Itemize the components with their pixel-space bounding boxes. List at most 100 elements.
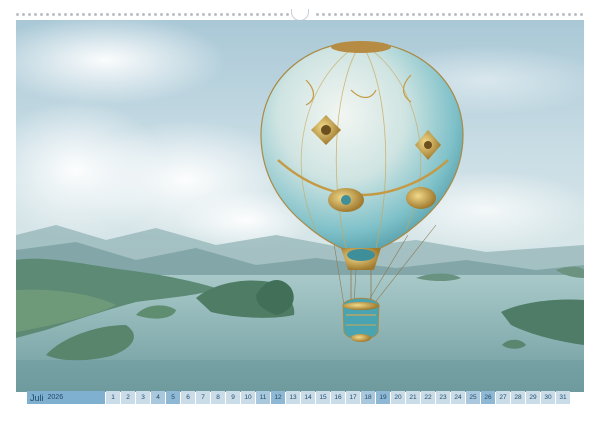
day-cell: 7 xyxy=(196,391,210,404)
binding-hole xyxy=(172,13,175,16)
binding-hole xyxy=(262,13,265,16)
binding-hole xyxy=(196,13,199,16)
binding-hole xyxy=(214,13,217,16)
binding-hole xyxy=(238,13,241,16)
binding-hole xyxy=(418,13,421,16)
binding-hole xyxy=(448,13,451,16)
day-cell: 1 xyxy=(106,391,120,404)
binding-hole xyxy=(496,13,499,16)
binding-hole xyxy=(232,13,235,16)
binding-hole xyxy=(502,13,505,16)
binding-hole xyxy=(256,13,259,16)
day-cell: 30 xyxy=(541,391,555,404)
binding-hole xyxy=(88,13,91,16)
binding-hole xyxy=(28,13,31,16)
binding-hole xyxy=(64,13,67,16)
binding-hole xyxy=(58,13,61,16)
binding-hole xyxy=(280,13,283,16)
binding-hole xyxy=(178,13,181,16)
binding-hole xyxy=(514,13,517,16)
binding-hole xyxy=(466,13,469,16)
day-cell: 22 xyxy=(421,391,435,404)
binding-hole xyxy=(142,13,145,16)
binding-hole xyxy=(400,13,403,16)
binding-hole xyxy=(316,13,319,16)
binding-hole xyxy=(40,13,43,16)
day-cell: 27 xyxy=(496,391,510,404)
binding-hole xyxy=(136,13,139,16)
binding-hole xyxy=(286,13,289,16)
day-cell: 4 xyxy=(151,391,165,404)
calendar-photo xyxy=(16,20,584,392)
binding-hole xyxy=(412,13,415,16)
day-cell: 16 xyxy=(331,391,345,404)
binding-hole xyxy=(538,13,541,16)
binding-hole xyxy=(220,13,223,16)
binding-hole xyxy=(94,13,97,16)
binding-hole xyxy=(22,13,25,16)
binding-hole xyxy=(340,13,343,16)
calendar-page: Juli 2026 1 2 3 4 5 6 7 8 9 10 11 12 13 14 15 16 17 18 19 2… xyxy=(0,0,600,432)
binding-hole xyxy=(130,13,133,16)
binding-hole xyxy=(544,13,547,16)
day-cell: 28 xyxy=(511,391,525,404)
binding-hole xyxy=(190,13,193,16)
binding-hole xyxy=(472,13,475,16)
binding-hole xyxy=(382,13,385,16)
binding-hole xyxy=(532,13,535,16)
binding-hole xyxy=(562,13,565,16)
binding-hole xyxy=(478,13,481,16)
binding-hole xyxy=(184,13,187,16)
binding-hole xyxy=(364,13,367,16)
day-cell: 19 xyxy=(376,391,390,404)
binding-hole xyxy=(580,13,583,16)
binding-hole xyxy=(166,13,169,16)
day-cell: 31 xyxy=(556,391,570,404)
binding-hole xyxy=(424,13,427,16)
binding-hole xyxy=(490,13,493,16)
day-cell: 9 xyxy=(226,391,240,404)
day-cell: 13 xyxy=(286,391,300,404)
day-cell: 29 xyxy=(526,391,540,404)
month-year: 2026 xyxy=(47,394,64,401)
binding-hole xyxy=(274,13,277,16)
binding-hole xyxy=(250,13,253,16)
binding-hole xyxy=(226,13,229,16)
binding-hole xyxy=(430,13,433,16)
day-cell: 10 xyxy=(241,391,255,404)
binding-hole xyxy=(154,13,157,16)
binding-hole xyxy=(436,13,439,16)
binding-hole xyxy=(202,13,205,16)
binding-hole xyxy=(370,13,373,16)
binding-hole xyxy=(574,13,577,16)
binding-hole xyxy=(508,13,511,16)
binding-hole xyxy=(148,13,151,16)
month-label: Juli 2026 xyxy=(27,391,105,404)
day-cell: 3 xyxy=(136,391,150,404)
binding-hole xyxy=(124,13,127,16)
binding-hole xyxy=(328,13,331,16)
calendar-bar: Juli 2026 1 2 3 4 5 6 7 8 9 10 11 12 13 14 15 16 17 18 19 2… xyxy=(27,391,573,404)
binding-hole xyxy=(388,13,391,16)
binding-hole xyxy=(112,13,115,16)
binding-hole xyxy=(550,13,553,16)
binding-hole xyxy=(334,13,337,16)
binding-hole xyxy=(244,13,247,16)
binding-hole xyxy=(406,13,409,16)
day-cell: 26 xyxy=(481,391,495,404)
day-cell: 15 xyxy=(316,391,330,404)
binding-hole xyxy=(394,13,397,16)
binding-hole xyxy=(34,13,37,16)
binding-hole xyxy=(208,13,211,16)
binding-hole xyxy=(460,13,463,16)
day-cell: 24 xyxy=(451,391,465,404)
binding-hole xyxy=(484,13,487,16)
binding-hole xyxy=(526,13,529,16)
day-cell: 12 xyxy=(271,391,285,404)
binding-hole xyxy=(346,13,349,16)
day-cell: 17 xyxy=(346,391,360,404)
day-cell: 20 xyxy=(391,391,405,404)
day-cell: 23 xyxy=(436,391,450,404)
binding-hole xyxy=(70,13,73,16)
day-cells: 1 2 3 4 5 6 7 8 9 10 11 12 13 14 15 16 17 18 19 20 21 22 23 24 2… xyxy=(106,391,570,404)
